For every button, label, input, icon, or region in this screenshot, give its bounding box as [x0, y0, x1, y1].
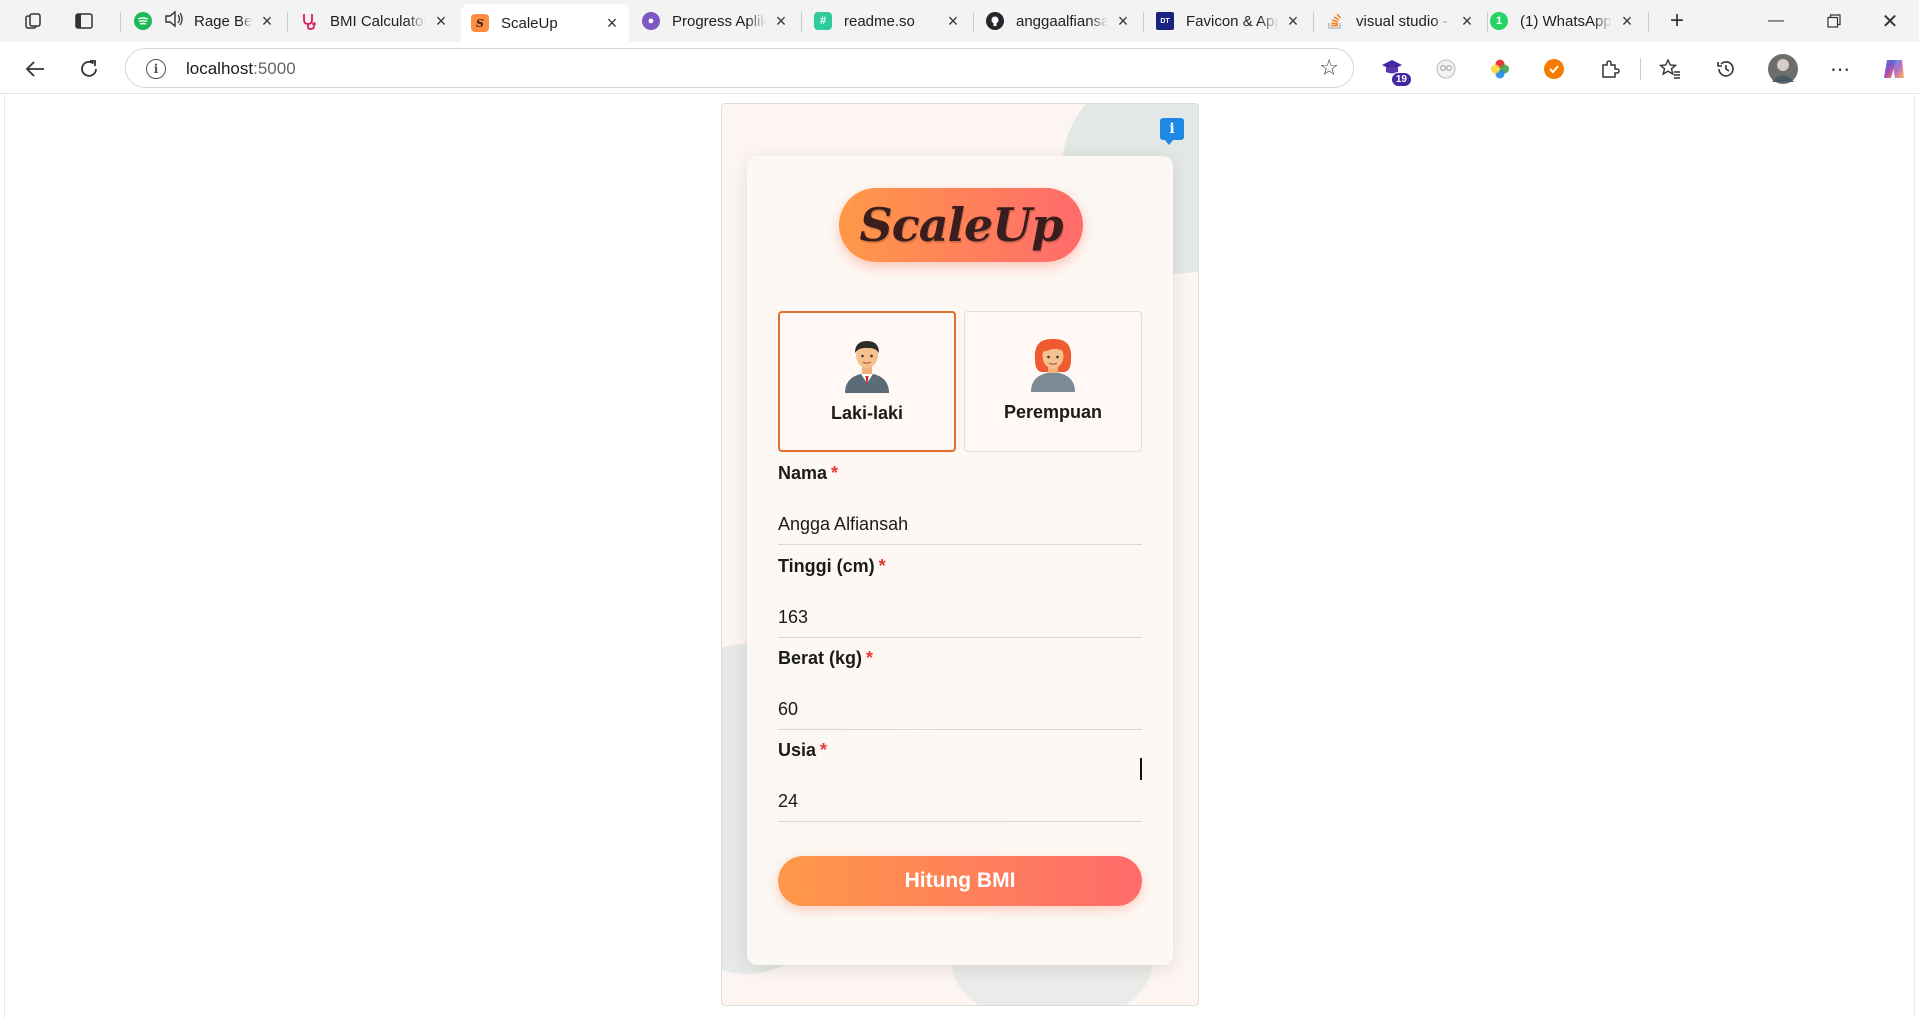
info-icon[interactable]: i — [1160, 118, 1184, 145]
field-berat: Berat (kg) * — [778, 648, 1142, 730]
tab-bar: Rage Bender × BMI Calculator × S ScaleUp… — [0, 0, 1919, 42]
favorites-icon[interactable] — [1656, 55, 1684, 83]
tab-title: BMI Calculator — [330, 12, 426, 30]
copilot-icon[interactable] — [1880, 55, 1908, 83]
readme-icon: # — [814, 12, 832, 30]
stethoscope-icon — [300, 12, 318, 30]
berat-input[interactable] — [778, 690, 1142, 730]
browser-toolbar: i localhost:5000 ☆ 19 ⋯ — [0, 42, 1919, 94]
favicon-icon: DT — [1156, 12, 1174, 30]
tab-favicon[interactable]: DT Favicon & App × — [1146, 4, 1310, 38]
tab-progress-aplikasi[interactable]: ● Progress Aplikasi × — [632, 4, 798, 38]
close-tab-icon[interactable]: × — [432, 12, 450, 30]
gender-option-female[interactable]: Perempuan — [964, 311, 1142, 452]
tab-title: visual studio - — [1356, 12, 1448, 30]
tab-readme[interactable]: # readme.so × — [804, 4, 970, 38]
tab-actions-icon[interactable] — [71, 8, 97, 34]
close-tab-icon[interactable]: × — [1114, 12, 1132, 30]
tab-title: Favicon & App — [1186, 12, 1278, 30]
nama-input[interactable] — [778, 505, 1142, 545]
scaleup-logo: ScaleUp — [839, 188, 1083, 262]
tab-rage-bender[interactable]: Rage Bender × — [124, 4, 284, 38]
close-window-icon[interactable]: ✕ — [1870, 8, 1910, 34]
field-nama: Nama * — [778, 463, 1142, 545]
profile-avatar[interactable] — [1768, 54, 1798, 84]
color-wheel-extension-icon[interactable] — [1486, 55, 1514, 83]
tab-scaleup[interactable]: S ScaleUp × — [461, 4, 629, 42]
tab-visual-studio[interactable]: visual studio - × — [1316, 4, 1484, 38]
extensions-puzzle-icon[interactable] — [1596, 55, 1624, 83]
usia-input[interactable] — [778, 782, 1142, 822]
tab-title: (1) WhatsApp — [1520, 12, 1612, 30]
female-avatar-icon — [1031, 338, 1075, 392]
field-usia: Usia * — [778, 740, 1142, 822]
field-label: Nama * — [778, 463, 839, 483]
close-tab-icon[interactable]: × — [1458, 12, 1476, 30]
close-tab-icon[interactable]: × — [944, 12, 962, 30]
extension-badge: 19 — [1390, 72, 1412, 87]
address-bar[interactable]: i localhost:5000 ☆ — [125, 48, 1354, 88]
site-info-icon[interactable]: i — [146, 59, 166, 79]
more-options-icon[interactable]: ⋯ — [1826, 55, 1854, 83]
tab-title: anggaalfiansah — [1016, 12, 1108, 30]
refresh-icon[interactable] — [74, 54, 104, 84]
field-label: Berat (kg) * — [778, 648, 874, 668]
tab-github[interactable]: anggaalfiansah × — [976, 4, 1140, 38]
field-tinggi: Tinggi (cm) * — [778, 556, 1142, 638]
gender-label: Perempuan — [1003, 402, 1103, 422]
close-tab-icon[interactable]: × — [1284, 12, 1302, 30]
minimize-icon[interactable]: — — [1756, 8, 1796, 34]
scaleup-icon: S — [471, 14, 489, 32]
app-container: i ScaleUp Laki-laki Perempuan Nama * Ang… — [721, 103, 1199, 1006]
app-icon: ● — [642, 12, 660, 30]
gender-label: Laki-laki — [830, 403, 904, 423]
tab-title: readme.so — [844, 12, 915, 30]
stackoverflow-icon — [1326, 12, 1344, 30]
bmi-form-card: ScaleUp Laki-laki Perempuan Nama * Angga… — [747, 156, 1173, 965]
history-icon[interactable] — [1712, 55, 1740, 83]
restore-icon[interactable] — [1814, 8, 1854, 34]
orange-extension-icon[interactable] — [1540, 55, 1568, 83]
gender-option-male[interactable]: Laki-laki — [778, 311, 956, 452]
favorite-star-icon[interactable]: ☆ — [1319, 55, 1339, 81]
close-tab-icon[interactable]: × — [258, 12, 276, 30]
tab-title: Progress Aplikasi — [672, 12, 766, 30]
close-tab-icon[interactable]: × — [1618, 12, 1636, 30]
new-tab-icon[interactable]: + — [1664, 7, 1690, 34]
tab-whatsapp[interactable]: 1 (1) WhatsApp × — [1480, 4, 1644, 38]
tab-bmi-calculator[interactable]: BMI Calculator × — [290, 4, 458, 38]
workspaces-icon[interactable] — [20, 8, 46, 34]
tab-title: ScaleUp — [501, 14, 558, 32]
tinggi-input[interactable] — [778, 598, 1142, 638]
speaker-icon[interactable] — [164, 10, 184, 32]
whatsapp-icon: 1 — [1490, 12, 1508, 30]
github-icon — [986, 12, 1004, 30]
back-icon[interactable] — [20, 54, 50, 84]
field-label: Usia * — [778, 740, 828, 760]
field-label: Tinggi (cm) * — [778, 556, 886, 576]
text-cursor — [1140, 758, 1142, 780]
owl-extension-icon[interactable] — [1432, 55, 1460, 83]
close-tab-icon[interactable]: × — [603, 14, 621, 32]
male-avatar-icon — [845, 341, 889, 393]
extension-icon[interactable]: 19 — [1378, 55, 1412, 87]
logo-text: ScaleUp — [859, 198, 1063, 252]
spotify-icon — [134, 12, 152, 30]
close-tab-icon[interactable]: × — [772, 12, 790, 30]
tab-title: Rage Bender — [194, 12, 252, 30]
url-text: localhost:5000 — [186, 59, 296, 78]
hitung-bmi-button[interactable]: Hitung BMI — [778, 856, 1142, 906]
